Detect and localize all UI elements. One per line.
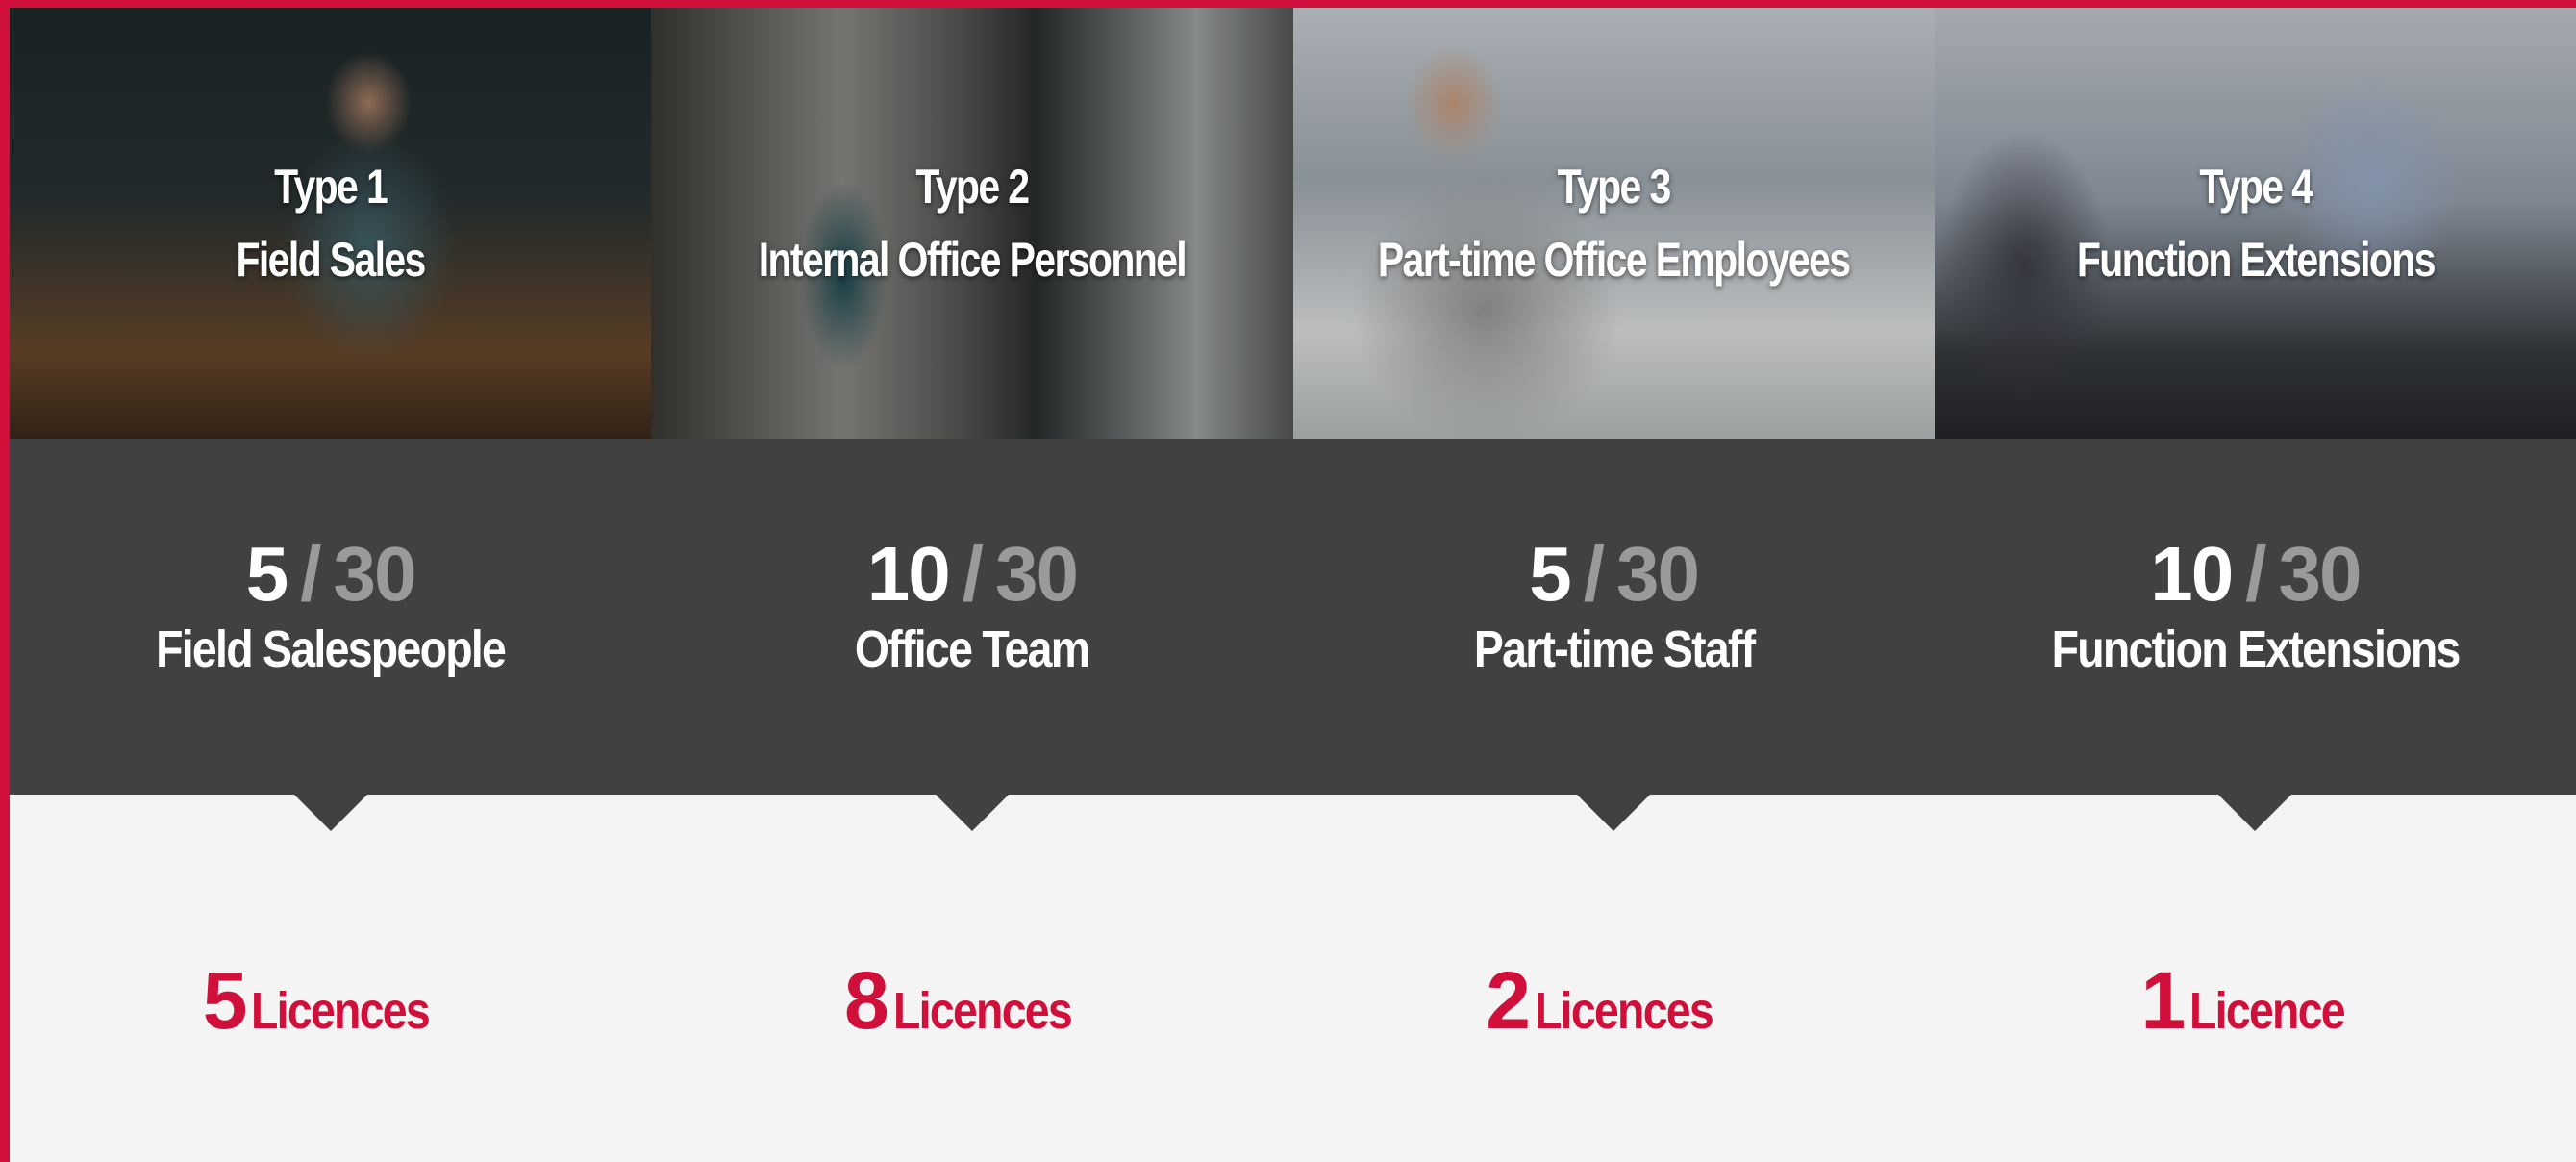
- usage-max: 30: [994, 531, 1079, 617]
- usage-label: Field Salespeople: [156, 620, 507, 678]
- ratio-separator: /: [962, 531, 984, 617]
- type-label: Type 2: [915, 160, 1030, 214]
- ratio-separator: /: [2245, 531, 2266, 617]
- type-title: Type 4 Function Extensions: [2076, 150, 2436, 296]
- type-title: Type 3 Part-time Office Employees: [1377, 150, 1851, 296]
- type-label: Type 1: [274, 160, 388, 214]
- accent-border-top: [0, 0, 2576, 8]
- photo-tile-office-personnel[interactable]: Type 2 Internal Office Personnel: [651, 8, 1293, 439]
- usage-current: 5: [245, 531, 288, 617]
- usage-current: 5: [1529, 531, 1571, 617]
- usage-ratio: 10/30: [1935, 533, 2576, 616]
- type-name: Part-time Office Employees: [1377, 233, 1851, 287]
- licence-number: 2: [1486, 955, 1531, 1046]
- stat-column-4: 10/30 Function Extensions: [1935, 439, 2576, 831]
- type-card-4[interactable]: Type 4 Function Extensions: [1934, 8, 2576, 439]
- licence-column-3: 2 Licences: [1293, 795, 1935, 1162]
- pointer-arrow: [2218, 795, 2292, 831]
- type-title: Type 2 Internal Office Personnel: [758, 150, 1188, 296]
- usage-label: Part-time Staff: [1473, 620, 1755, 678]
- type-label: Type 3: [1557, 160, 1672, 214]
- stat-column-3: 5/30 Part-time Staff: [1293, 439, 1935, 831]
- photo-tile-field-sales[interactable]: Type 1 Field Sales: [10, 8, 652, 439]
- photo-tile-function-extensions[interactable]: Type 4 Function Extensions: [1934, 8, 2576, 439]
- pointer-arrow: [293, 795, 367, 831]
- usage-max: 30: [2278, 531, 2362, 617]
- licence-number: 8: [843, 955, 889, 1046]
- usage-current: 10: [2150, 531, 2234, 617]
- licence-number: 1: [2140, 955, 2186, 1046]
- type-title: Type 1 Field Sales: [236, 150, 427, 296]
- type-card-3[interactable]: Type 3 Part-time Office Employees: [1292, 8, 1935, 439]
- usage-stats-row: 5/30 Field Salespeople 10/30 Office Team…: [10, 439, 2576, 831]
- usage-max: 30: [1616, 531, 1700, 617]
- usage-ratio: 5/30: [10, 533, 651, 616]
- licence-count: 2 Licences: [1293, 954, 1935, 1048]
- usage-ratio: 5/30: [1293, 533, 1935, 616]
- usage-label: Office Team: [855, 620, 1090, 678]
- licence-column-2: 8 Licences: [651, 795, 1292, 1162]
- licence-count: 8 Licences: [651, 954, 1292, 1048]
- licence-word: Licence: [2189, 982, 2346, 1040]
- type-label: Type 4: [2198, 160, 2313, 214]
- type-name: Function Extensions: [2076, 233, 2436, 287]
- type-name: Field Sales: [236, 233, 427, 287]
- licence-word: Licences: [892, 982, 1073, 1040]
- licence-row: 5 Licences 8 Licences 2 Licences 1 Licence: [10, 795, 2576, 1162]
- stat-column-2: 10/30 Office Team: [651, 439, 1292, 831]
- usage-ratio: 10/30: [651, 533, 1292, 616]
- type-photo-row: Type 1 Field Sales Type 2 Internal Offic…: [10, 8, 2576, 439]
- usage-label: Function Extensions: [2051, 620, 2461, 678]
- licence-column-1: 5 Licences: [10, 795, 651, 1162]
- licence-word: Licences: [251, 982, 431, 1040]
- type-card-1[interactable]: Type 1 Field Sales: [10, 8, 652, 439]
- accent-border-left: [0, 0, 10, 1162]
- type-card-2[interactable]: Type 2 Internal Office Personnel: [651, 8, 1293, 439]
- ratio-separator: /: [300, 531, 321, 617]
- licence-count: 1 Licence: [1935, 954, 2576, 1048]
- usage-max: 30: [333, 531, 417, 617]
- photo-tile-part-time[interactable]: Type 3 Part-time Office Employees: [1292, 8, 1935, 439]
- pointer-arrow: [1577, 795, 1651, 831]
- licence-word: Licences: [1534, 982, 1714, 1040]
- usage-current: 10: [866, 531, 951, 617]
- licence-count: 5 Licences: [10, 954, 651, 1048]
- stat-column-1: 5/30 Field Salespeople: [10, 439, 651, 831]
- type-name: Internal Office Personnel: [758, 233, 1188, 287]
- licence-number: 5: [202, 955, 248, 1046]
- ratio-separator: /: [1583, 531, 1605, 617]
- pointer-arrow: [935, 795, 1009, 831]
- licence-column-4: 1 Licence: [1935, 795, 2576, 1162]
